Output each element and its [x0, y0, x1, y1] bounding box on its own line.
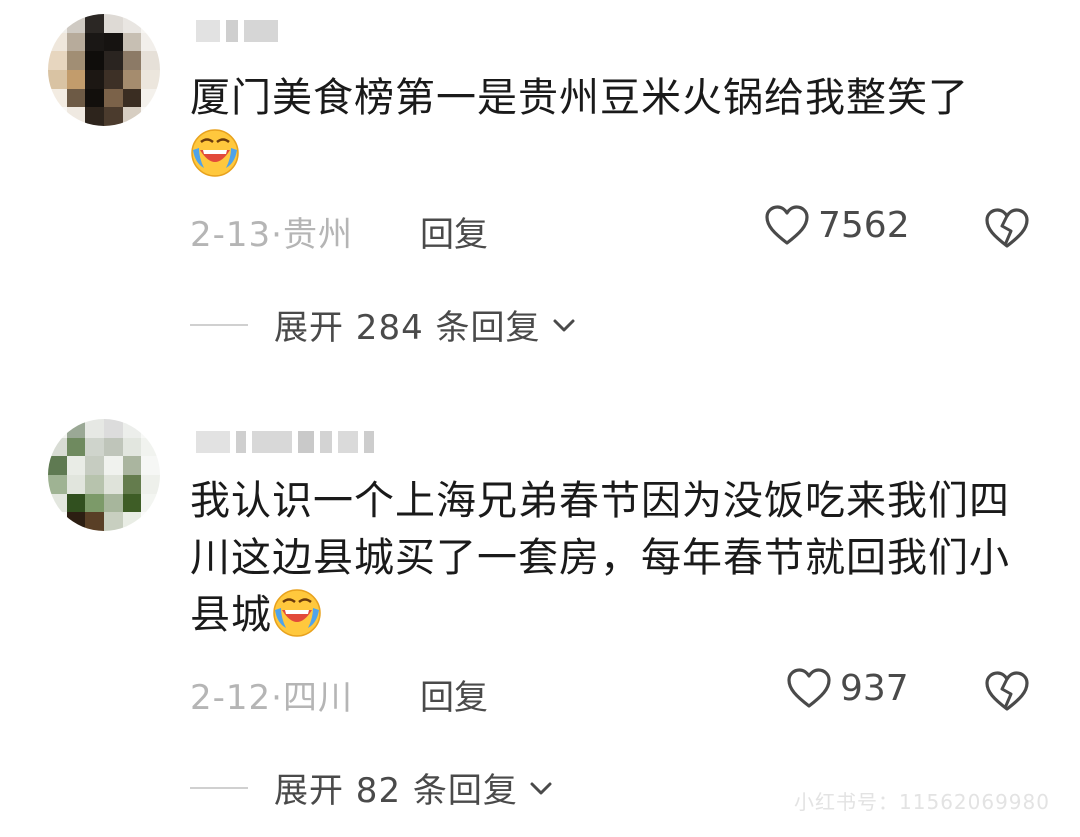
- comment-item: 我认识一个上海兄弟春节因为没饭吃来我们四川这边县城买了一套房，每年春节就回我们小…: [0, 415, 1080, 837]
- comment-text: 厦门美食榜第一是贵州豆米火锅给我整笑了: [190, 70, 1040, 184]
- reply-button[interactable]: 回复: [420, 670, 488, 719]
- chevron-down-icon: [530, 782, 552, 794]
- avatar[interactable]: [48, 14, 160, 126]
- laughing-crying-emoji-icon: [191, 129, 239, 177]
- comment-item: 厦门美食榜第一是贵州豆米火锅给我整笑了 2-13·贵州 回复 7562 展开 2…: [0, 0, 1080, 390]
- username-redacted[interactable]: [196, 16, 278, 46]
- expand-replies-button[interactable]: 展开 82 条回复: [190, 763, 554, 812]
- username-redacted[interactable]: [196, 427, 374, 457]
- comment-text: 我认识一个上海兄弟春节因为没饭吃来我们四川这边县城买了一套房，每年春节就回我们小…: [190, 478, 1010, 638]
- like-count: 937: [840, 667, 909, 709]
- avatar[interactable]: [48, 419, 160, 531]
- heart-icon: [787, 668, 831, 708]
- expand-replies-button[interactable]: 展开 284 条回复: [190, 300, 577, 349]
- laughing-crying-emoji-icon: [273, 589, 321, 637]
- broken-heart-icon[interactable]: [984, 205, 1030, 251]
- comment-date-location: 2-12·四川: [190, 678, 353, 718]
- heart-icon: [765, 205, 809, 245]
- like-count: 7562: [818, 204, 910, 246]
- expand-replies-label: 展开 284 条回复: [274, 308, 541, 348]
- expand-replies-label: 展开 82 条回复: [274, 771, 518, 811]
- like-button[interactable]: 7562: [764, 204, 910, 246]
- divider-line: [190, 786, 248, 789]
- reply-button[interactable]: 回复: [420, 207, 488, 256]
- watermark: 小红书号：11562069980: [794, 790, 1050, 814]
- comment-date-location: 2-13·贵州: [190, 215, 353, 255]
- divider-line: [190, 323, 248, 326]
- chevron-down-icon: [553, 319, 575, 331]
- broken-heart-icon[interactable]: [984, 668, 1030, 714]
- like-button[interactable]: 937: [786, 667, 909, 709]
